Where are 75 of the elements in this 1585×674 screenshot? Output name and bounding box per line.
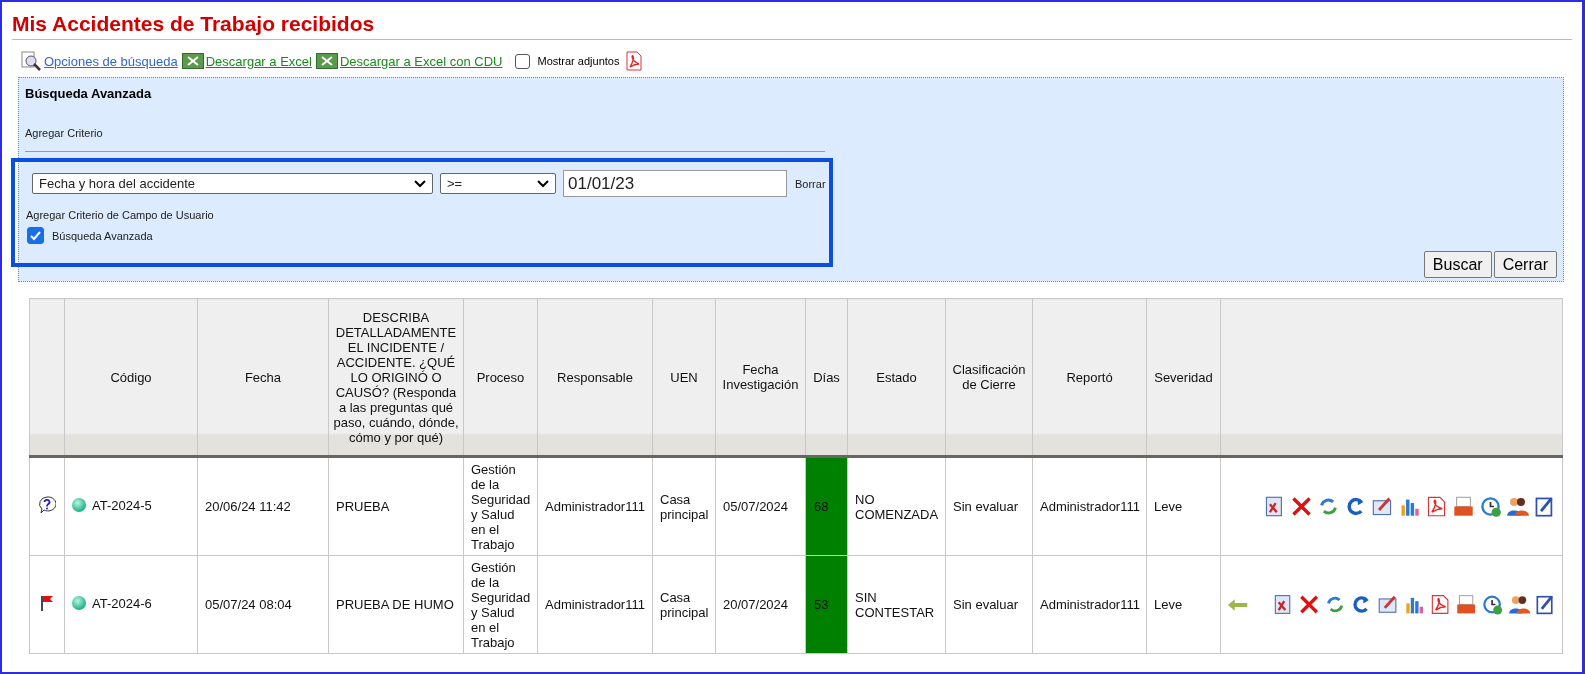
column-header: UEN [652,298,716,457]
table-cell: 20/07/2024 [715,555,806,654]
table-cell: Sin evaluar [945,555,1033,654]
value-input-field[interactable]: 01/01/23 [563,170,787,197]
table-cell: SIN CONTESTAR [847,555,946,654]
users-icon[interactable] [1506,495,1529,518]
table-cell: 20/06/24 11:42 [197,456,329,556]
search-icon[interactable] [20,51,42,71]
table-cell: Gestión de la Seguridad y Salud en el Trabajo [463,555,538,654]
pdf-icon[interactable] [1425,495,1448,518]
action-button[interactable]: Buscar [1423,251,1492,278]
column-header: Estado [847,298,946,457]
chevron-down-icon[interactable] [414,179,426,188]
days-cell: 68 [805,456,848,556]
table-cell: Administrador111 [537,456,653,556]
table-cell: AT-2024-5 [92,497,152,513]
table-cell: Leve [1146,456,1221,556]
notepad-icon[interactable] [1533,593,1556,616]
edit-icon[interactable] [1376,593,1399,616]
chevron-down-icon[interactable] [537,179,549,188]
column-header: Responsable [537,298,653,457]
column-header: Proceso [463,298,538,457]
section-heading: Búsqueda Avanzada [24,85,153,101]
table-cell: Sin evaluar [945,456,1033,556]
table-cell: Gestión de la Seguridad y Salud en el Trabajo [463,456,538,556]
table-cell: PRUEBA DE HUMO [328,555,464,654]
column-header: Clasificación de Cierre [945,298,1033,457]
column-header: Reportó [1032,298,1147,457]
field-dropdown[interactable]: Fecha y hora del accidente [32,173,433,194]
table-cell: Administrador111 [1032,555,1147,654]
table-cell: Administrador111 [1032,456,1147,556]
operator-dropdown[interactable]: >= [440,173,556,194]
alarm-clock-icon[interactable] [1481,593,1504,616]
table-cell: Casa principal [652,456,716,556]
table-cell: AT-2024-6 [92,595,152,611]
table-cell: NO COMENZADA [847,456,946,556]
days-cell: 53 [805,555,848,654]
printer-icon[interactable] [1455,593,1478,616]
alarm-clock-icon[interactable] [1479,495,1502,518]
checkbox[interactable] [514,53,530,69]
checkbox-label: Búsqueda Avanzada [52,229,153,242]
printer-icon[interactable] [1452,495,1475,518]
clear-link[interactable]: Borrar [795,177,826,190]
column-header: DESCRIBA DETALLADAMENTE EL INCIDENTE / ACCIDENTE. ¿QUÉ LO ORIGINÓ O CAUSÓ? (Responda a las preguntas qué paso, cuándo, dónde, cómo y por qué) [328,298,464,457]
toolbar-link[interactable]: Descargar a Excel [205,53,312,69]
spreadsheet-icon[interactable] [315,53,338,69]
table-cell: Administrador111 [537,555,653,654]
status-dot [72,596,86,611]
checkbox-label: Mostrar adjuntos [537,55,620,67]
action-button[interactable]: Cerrar [1493,251,1557,278]
column-header: Fecha Investigación [715,298,806,457]
column-header: Fecha [197,298,329,457]
users-icon[interactable] [1507,593,1530,616]
user-field-criterion-label: Agregar Criterio de Campo de Usuario [25,208,215,221]
flag-icon [38,594,56,612]
toolbar-link[interactable]: Descargar a Excel con CDU [339,53,503,69]
checkbox[interactable] [27,227,44,244]
table-cell: Casa principal [652,555,716,654]
status-dot [72,498,86,513]
page-title: Mis Accidentes de Trabajo recibidos [12,2,1572,40]
table-cell: 05/07/24 08:04 [197,555,329,654]
table-cell: PRUEBA [328,456,464,556]
table-cell: 05/07/2024 [715,456,806,556]
question-bubble-icon [38,496,56,514]
pdf-icon[interactable] [1429,593,1452,616]
column-header: Código [64,298,198,457]
edit-icon[interactable] [1371,495,1394,518]
column-header: Días [805,298,848,457]
toolbar-link[interactable]: Opciones de búsqueda [44,53,178,69]
delete-icon[interactable] [1290,495,1313,518]
column-header: Severidad [1146,298,1221,457]
add-criterion-label: Agregar Criterio [24,126,104,139]
spreadsheet-icon[interactable] [181,53,204,69]
table-cell: Leve [1146,555,1221,654]
pdf-icon[interactable] [625,51,644,71]
